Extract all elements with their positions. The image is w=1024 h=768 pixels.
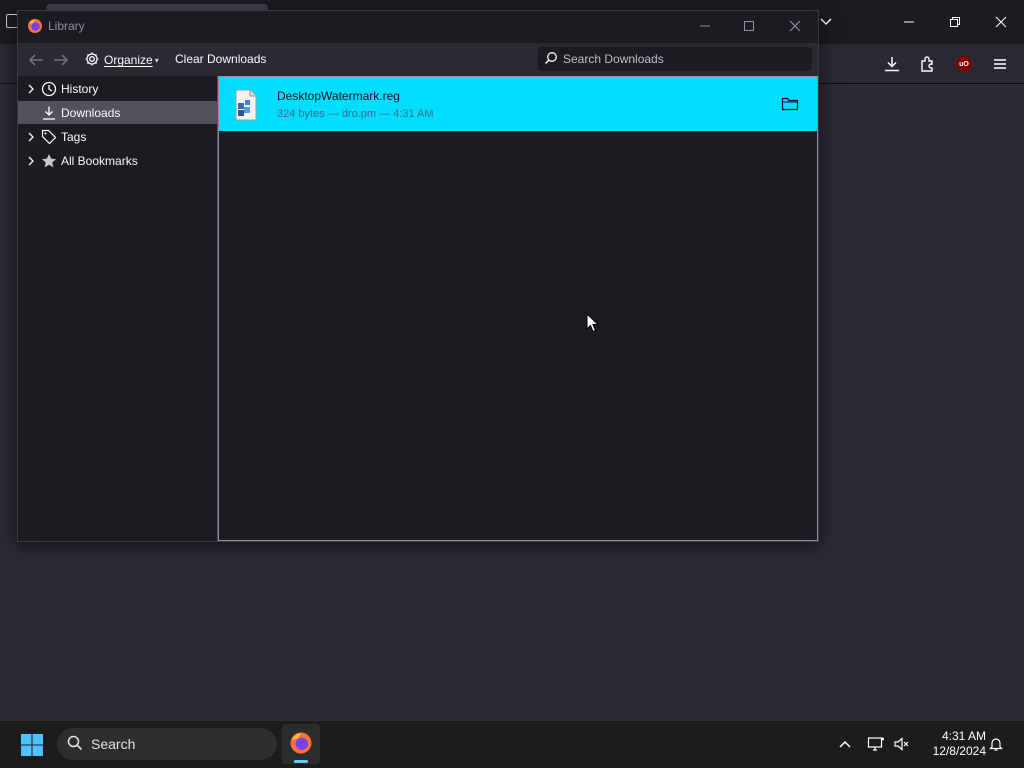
- search-icon: [67, 735, 83, 754]
- firefox-logo-icon: [27, 18, 43, 34]
- chevron-right-icon[interactable]: [25, 132, 37, 142]
- reg-file-icon: [233, 89, 259, 121]
- search-downloads-input[interactable]: [563, 52, 803, 66]
- library-close-button[interactable]: [772, 11, 818, 41]
- download-filename: DesktopWatermark.reg: [277, 89, 400, 103]
- taskbar-search-box[interactable]: Search: [57, 728, 277, 760]
- extensions-puzzle-icon[interactable]: [914, 50, 942, 78]
- hamburger-menu-icon[interactable]: [986, 50, 1014, 78]
- sidebar-item-label: Downloads: [61, 105, 121, 120]
- download-icon: [41, 105, 57, 121]
- notification-bell-icon[interactable]: [986, 734, 1006, 754]
- list-all-tabs-icon[interactable]: [816, 12, 836, 32]
- clear-downloads-button[interactable]: Clear Downloads: [175, 52, 266, 66]
- search-downloads-field[interactable]: [538, 47, 812, 71]
- firefox-logo-icon: [289, 731, 313, 758]
- download-item[interactable]: DesktopWatermark.reg 324 bytes — dro.pm …: [219, 77, 817, 131]
- downloads-toolbar-icon[interactable]: [878, 50, 906, 78]
- browser-restore-button[interactable]: [932, 0, 978, 44]
- sidebar-item-label: All Bookmarks: [61, 153, 138, 168]
- forward-arrow-icon[interactable]: [51, 51, 71, 69]
- star-icon: [41, 153, 57, 169]
- taskbar-search-label: Search: [91, 736, 136, 752]
- library-sidebar: History Downloads Tags All Bookmarks: [18, 76, 218, 541]
- active-app-indicator: [294, 760, 308, 763]
- organize-button[interactable]: Organize ▾: [84, 49, 159, 71]
- ublock-origin-icon[interactable]: uO: [950, 50, 978, 78]
- tag-icon: [41, 129, 57, 145]
- browser-close-button[interactable]: [978, 0, 1024, 44]
- library-title: Library: [48, 19, 85, 33]
- sidebar-item-tags[interactable]: Tags: [18, 125, 217, 148]
- windows-start-icon[interactable]: [20, 733, 44, 757]
- network-icon[interactable]: [866, 734, 886, 754]
- gear-icon: [84, 51, 100, 70]
- downloads-list: DesktopWatermark.reg 324 bytes — dro.pm …: [218, 76, 818, 541]
- volume-muted-icon[interactable]: [892, 734, 912, 754]
- sidebar-item-label: Tags: [61, 129, 87, 144]
- back-arrow-icon[interactable]: [26, 51, 46, 69]
- open-folder-icon[interactable]: [781, 96, 799, 112]
- taskbar-firefox-button[interactable]: [282, 724, 320, 764]
- library-titlebar: Library: [18, 11, 818, 43]
- organize-label: Organize: [104, 53, 153, 67]
- chevron-right-icon[interactable]: [25, 156, 37, 166]
- taskbar-clock[interactable]: 4:31 AM 12/8/2024: [916, 729, 986, 759]
- download-status: 324 bytes — dro.pm — 4:31 AM: [277, 108, 434, 120]
- clock-time: 4:31 AM: [941, 729, 986, 743]
- browser-minimize-button[interactable]: [886, 0, 932, 44]
- library-minimize-button[interactable]: [682, 11, 728, 41]
- sidebar-item-label: History: [61, 81, 99, 96]
- clock-date: 12/8/2024: [932, 744, 986, 758]
- mouse-cursor-icon: [586, 312, 600, 333]
- sidebar-item-all-bookmarks[interactable]: All Bookmarks: [18, 149, 217, 172]
- sidebar-item-history[interactable]: History: [18, 77, 217, 100]
- library-maximize-button[interactable]: [726, 11, 772, 41]
- search-icon: [544, 51, 558, 68]
- sidebar-item-downloads[interactable]: Downloads: [18, 101, 217, 124]
- chevron-down-icon: ▾: [154, 55, 159, 65]
- chevron-right-icon[interactable]: [25, 84, 37, 94]
- chevron-up-icon[interactable]: [835, 734, 855, 754]
- library-window: Library Organize ▾ Clear Downloads Searc…: [17, 10, 819, 542]
- clock-icon: [41, 81, 57, 97]
